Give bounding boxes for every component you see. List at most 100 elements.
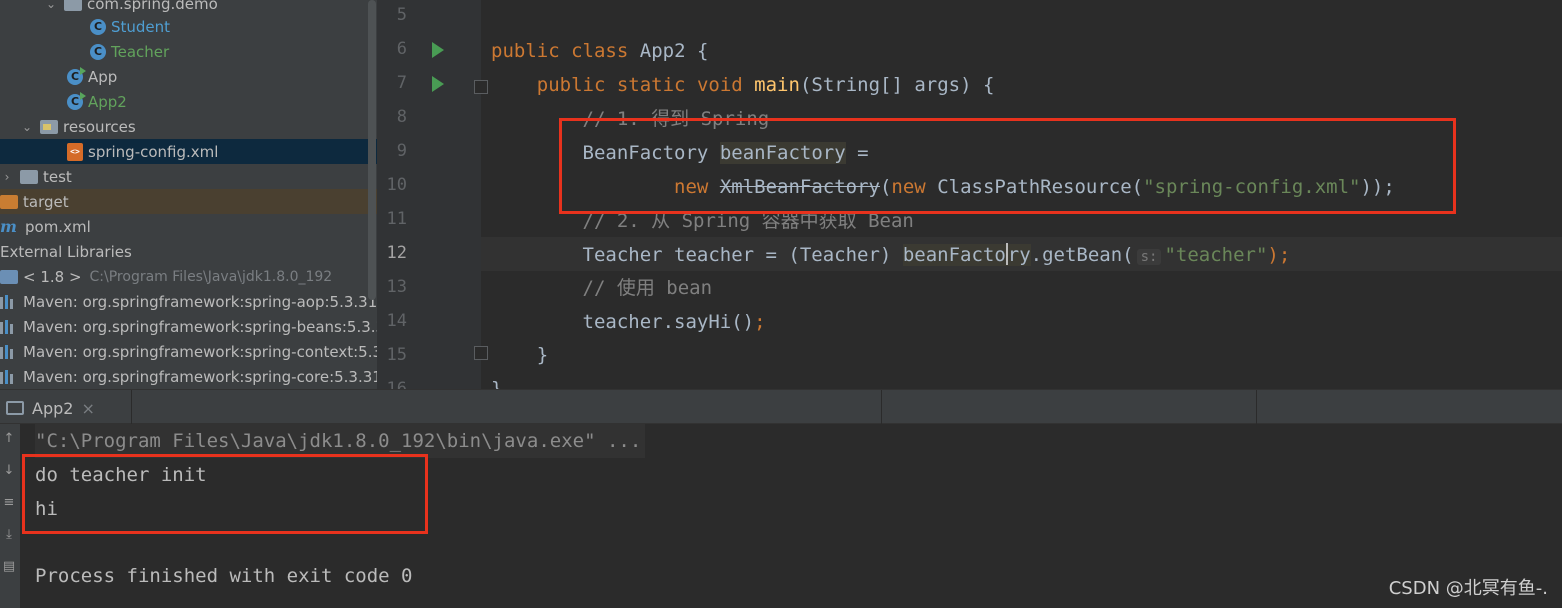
token-text: } [536,344,549,366]
chevron-down-icon[interactable]: ⌄ [20,120,34,134]
code-line-6: public class App2 { [491,34,708,68]
tree-item-label: spring-config.xml [88,142,219,161]
token-part: ry [1007,244,1031,266]
token-text: ( [879,176,892,198]
token-method: main [754,74,800,96]
tab-divider [1256,390,1257,425]
soft-wrap-icon[interactable]: ≡ [2,496,16,510]
tree-item-library[interactable]: Maven: org.springframework:spring-beans:… [0,314,377,339]
token-text: )); [1360,176,1395,198]
maven-icon: m [0,216,17,236]
line-number: 10 [386,175,407,195]
token-punct: ); [1267,244,1291,266]
project-tree-panel: ⌄ com.spring.demo C Student C Teacher C … [0,0,377,389]
token-text: = [857,142,869,164]
tree-item-jdk[interactable]: < 1.8 > C:\Program Files\Java\jdk1.8.0_1… [0,264,377,289]
folder-icon [20,169,38,184]
tree-item-app2[interactable]: C App2 [0,89,377,114]
token-text: ClassPathResource( [937,176,1144,198]
tree-item-label: External Libraries [0,242,132,261]
token-comment: // 使用 bean [582,277,713,299]
line-number: 15 [386,345,407,365]
token-keyword: new [891,176,926,198]
tree-item-library[interactable]: Maven: org.springframework:spring-core:5… [0,364,377,389]
tree-item-library[interactable]: Maven: org.springframework:spring-aop:5.… [0,289,377,314]
close-icon[interactable]: × [81,399,94,418]
tree-item-label: Teacher [111,42,170,61]
watermark: CSDN @北冥有鱼-. [1388,578,1548,599]
token-text: } [491,378,503,389]
tree-item-label: Maven: org.springframework:spring-contex… [23,342,377,361]
token-variable: beanFactory [902,243,1031,266]
tree-item-label: test [43,167,72,186]
line-number: 14 [386,311,407,331]
tab-app2[interactable]: App2 × [6,395,95,421]
run-toolbar: ↑ ↓ ≡ ⤓ ▤ [0,424,20,608]
token-punct: ; [754,311,766,333]
class-icon: C [90,18,106,35]
resources-folder-icon [40,119,58,134]
code-line-7: public static void main(String[] args) { [491,68,995,102]
line-number: 7 [396,73,407,93]
tree-scrollbar[interactable] [368,0,376,300]
tree-item-label: com.spring.demo [87,0,218,13]
tree-item-label: pom.xml [25,217,91,236]
run-panel: App2 × ↑ ↓ ≡ ⤓ ▤ "C:\Program Files\Java\… [0,389,1562,608]
tab-label: App2 [32,398,74,418]
tree-item-pom[interactable]: m pom.xml [0,214,377,239]
tree-item-label: App2 [88,92,127,111]
token-text: .getBean( [1030,244,1134,266]
tree-item-detail: C:\Program Files\Java\jdk1.8.0_192 [89,268,333,285]
token-text: (String[] args) { [799,74,995,96]
line-number: 11 [386,209,407,229]
parameter-hint: s: [1136,249,1162,265]
token-keyword: public [491,40,560,62]
chevron-right-icon[interactable]: › [0,170,14,184]
code-line-12: Teacher teacher = (Teacher) beanFacto ry.… [491,238,1290,274]
library-icon [0,294,18,309]
scroll-to-end-icon[interactable]: ⤓ [2,528,16,542]
token-variable: beanFactory [719,142,846,164]
arrow-down-icon[interactable]: ↓ [2,464,16,478]
tree-item-target[interactable]: target [0,189,377,214]
token-part: beanFacto [902,244,1006,266]
arrow-up-icon[interactable]: ↑ [2,432,16,446]
tree-item-label: Student [111,17,171,36]
run-main-icon[interactable] [432,76,444,92]
package-icon [64,0,82,11]
code-line-11: // 2. 从 Spring 容器中获取 Bean [491,204,914,238]
code-line-14: teacher.sayHi(); [491,305,766,339]
line-number: 6 [396,39,407,59]
fold-marker-icon[interactable] [474,346,488,360]
line-number-active: 12 [386,243,407,263]
tree-item-external-libraries[interactable]: External Libraries [0,239,377,264]
code-line-13: // 使用 bean [491,271,713,305]
library-icon [0,369,18,384]
token-keyword: new [674,176,709,198]
run-class-icon[interactable] [432,42,444,58]
line-number: 9 [396,141,407,161]
tree-item-student[interactable]: C Student [0,14,377,39]
library-icon [0,319,18,334]
token-deprecated-class: XmlBeanFactory [719,176,880,198]
tree-item-test[interactable]: › test [0,164,377,189]
code-editor[interactable]: 5 6 7 8 9 10 11 12 13 14 15 16 public cl… [377,0,1562,389]
code-line-16: } [491,372,502,389]
token-type: BeanFactory [582,142,709,164]
print-icon[interactable]: ▤ [2,560,16,574]
tree-item-label: Maven: org.springframework:spring-beans:… [23,317,377,336]
chevron-down-icon[interactable]: ⌄ [44,0,58,11]
tree-item-app[interactable]: C App [0,64,377,89]
tree-item-library[interactable]: Maven: org.springframework:spring-contex… [0,339,377,364]
tree-item-spring-config[interactable]: <> spring-config.xml [0,139,377,164]
code-line-15: } [491,338,548,372]
fold-marker-icon[interactable] [474,80,488,94]
token-keyword: public [536,74,606,96]
token-text: teacher.sayHi() [582,311,755,333]
line-number: 16 [386,379,407,389]
tree-item-resources[interactable]: ⌄ resources [0,114,377,139]
tree-item-label: < 1.8 > [23,267,82,286]
tab-divider [131,390,132,425]
runnable-class-icon: C [67,91,86,110]
tree-item-teacher[interactable]: C Teacher [0,39,377,64]
